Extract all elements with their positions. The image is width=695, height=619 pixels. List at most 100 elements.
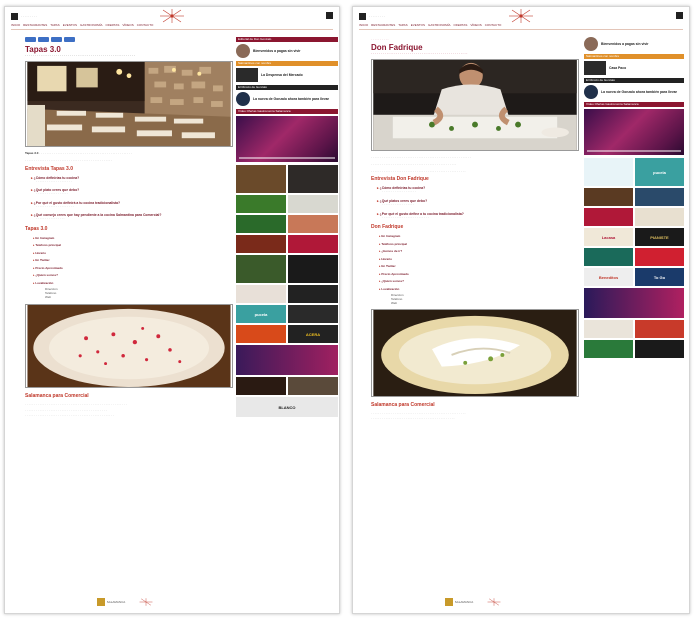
nav-item[interactable]: INICIO — [11, 23, 20, 29]
site-name: · · · · · · · · · — [369, 14, 385, 18]
video-player[interactable] — [584, 109, 684, 155]
ad-banner[interactable] — [236, 325, 286, 343]
ad-banner[interactable] — [288, 165, 338, 193]
ad-banner[interactable] — [236, 165, 286, 193]
info-phone[interactable]: Telefono principal — [33, 243, 233, 247]
answer: · · · · · · · · · · · · · · · · · · · · — [36, 178, 72, 183]
sidebar-item[interactable]: La nueva de Gonzalo ahora también para l… — [236, 92, 338, 106]
ad-banner[interactable] — [236, 345, 338, 375]
ad-pucela[interactable]: pucela — [635, 158, 684, 186]
search-icon[interactable] — [326, 12, 333, 19]
video-player[interactable] — [236, 116, 338, 162]
info-phone[interactable]: Teléfono principal — [379, 242, 579, 246]
share-button[interactable] — [38, 37, 49, 42]
ad-banner[interactable] — [635, 340, 684, 358]
share-button[interactable] — [51, 37, 62, 42]
footer-logo[interactable]: SALAMANCA — [96, 598, 125, 606]
ad-banner[interactable] — [584, 188, 633, 206]
sunburst-logo-icon[interactable] — [508, 9, 534, 23]
share-button[interactable] — [64, 37, 75, 42]
nav-item[interactable]: CONTACTO — [137, 23, 154, 29]
info-instagram[interactable]: En Instagram — [379, 234, 579, 238]
site-logo-icon[interactable] — [359, 12, 366, 20]
ad-banner[interactable] — [236, 377, 286, 395]
search-icon[interactable] — [676, 12, 683, 19]
ad-banner[interactable] — [288, 235, 338, 253]
ad-togo[interactable]: To Go — [635, 268, 684, 286]
nav-item[interactable]: TAPAS — [398, 23, 407, 29]
nav-item[interactable]: OFERTAS — [106, 23, 120, 29]
nav-item[interactable]: CONTACTO — [485, 23, 502, 29]
footer-logo[interactable] — [139, 597, 153, 607]
ad-banner[interactable] — [584, 288, 684, 318]
footer-logo[interactable] — [487, 597, 501, 607]
nav-item[interactable]: TAPAS — [50, 23, 59, 29]
nav-item[interactable]: EVENTOS — [411, 23, 425, 29]
footer-logo[interactable]: SALAMANCA — [444, 598, 473, 606]
footer-logos: SALAMANCA — [363, 597, 583, 607]
nav-item[interactable]: VÍDEOS — [122, 23, 133, 29]
nav-item[interactable]: INICIO — [359, 23, 368, 29]
lead-text: · · · · · · · · · · · · · · · · · · · · … — [25, 54, 136, 58]
ad-banner[interactable] — [288, 377, 338, 395]
sunburst-logo-icon[interactable] — [159, 9, 185, 23]
ad-banner[interactable] — [288, 305, 338, 323]
ad-banner[interactable] — [584, 208, 633, 226]
addr-row[interactable]: Web — [391, 301, 579, 306]
sidebar-item[interactable]: Bienvenidos a pagas sin vivir — [584, 37, 684, 51]
ad-banner[interactable] — [635, 208, 684, 226]
nav-item[interactable]: EVENTOS — [63, 23, 77, 29]
ad-banner[interactable] — [288, 215, 338, 233]
nav-item[interactable]: OFERTAS — [454, 23, 468, 29]
ad-lacasa[interactable]: Lacasa — [584, 228, 633, 246]
ad-banner[interactable] — [288, 195, 338, 213]
answer: · · · · · · · · · · · · · · · · — [36, 216, 65, 221]
ad-banner[interactable] — [584, 158, 633, 186]
info-price: Precio Aproximado — [379, 272, 579, 276]
ad-banner[interactable] — [584, 340, 633, 358]
sidebar-header: Editorial de Don Gonzalo — [236, 37, 338, 42]
sidebar-item[interactable]: Casa Paco — [584, 61, 684, 75]
ad-banner[interactable] — [236, 285, 286, 303]
ad-acera[interactable]: ACERA — [288, 325, 338, 343]
ad-banner[interactable] — [635, 248, 684, 266]
site-logo-icon[interactable] — [11, 12, 18, 20]
ad-banner[interactable] — [236, 255, 286, 283]
top-bar: · · · · · · · · · — [359, 9, 683, 23]
nav-item[interactable]: RESTAURANTES — [371, 23, 395, 29]
info-twitter[interactable]: En Twitter — [33, 258, 233, 262]
breadcrumb[interactable]: · · · · · · · · · · — [371, 37, 579, 41]
nav-item[interactable]: GASTRONOMÍA — [80, 23, 103, 29]
interview-heading: Entrevista Tapas 3.0 — [25, 165, 73, 172]
info-twitter[interactable]: En Twitter — [379, 264, 579, 268]
qa-item: ¿Qué platos crees que debo? · · · · · · … — [377, 199, 579, 207]
share-button[interactable] — [25, 37, 36, 42]
ad-banner[interactable]: BLANCO — [236, 397, 338, 417]
ad-banner[interactable] — [635, 320, 684, 338]
ad-banner[interactable] — [236, 235, 286, 253]
info-instagram[interactable]: En Instagram — [33, 236, 233, 240]
ad-banner[interactable] — [635, 188, 684, 206]
addr-row[interactable]: Web — [45, 295, 233, 300]
qa-item: ¿Cómo definirías tu cocina? · · · · · · … — [377, 186, 579, 194]
ad-banner[interactable] — [236, 215, 286, 233]
answer: · · · · · · · · · · · · · · · · · · — [36, 191, 69, 196]
ad-pucela[interactable]: pucela — [236, 305, 286, 323]
sidebar-item[interactable]: La Despensa del Mercado — [236, 68, 338, 82]
ad-banner[interactable] — [584, 320, 633, 338]
ad-banner[interactable] — [236, 195, 286, 213]
ad-beneditos[interactable]: Beneditos — [584, 268, 633, 286]
sidebar-item[interactable]: La nueva de Gonzalo ahora también para l… — [584, 85, 684, 99]
qa-item: ¿Por qué el gusto define a tu cocina tra… — [377, 212, 579, 220]
info-price: Precio Aproximado — [33, 266, 233, 270]
sidebar-item[interactable]: Bienvenidos a pagas sin vivir — [236, 44, 338, 58]
nav-item[interactable]: RESTAURANTES — [23, 23, 47, 29]
nav-item[interactable]: VÍDEOS — [470, 23, 481, 29]
nav-item[interactable]: GASTRONOMÍA — [428, 23, 451, 29]
sunburst-logo-icon — [139, 598, 153, 606]
restaurant-photo — [25, 61, 233, 147]
ad-banner[interactable] — [288, 255, 338, 283]
ad-pianiste[interactable]: PIANISTE — [635, 228, 684, 246]
ad-banner[interactable] — [584, 248, 633, 266]
ad-banner[interactable] — [288, 285, 338, 303]
